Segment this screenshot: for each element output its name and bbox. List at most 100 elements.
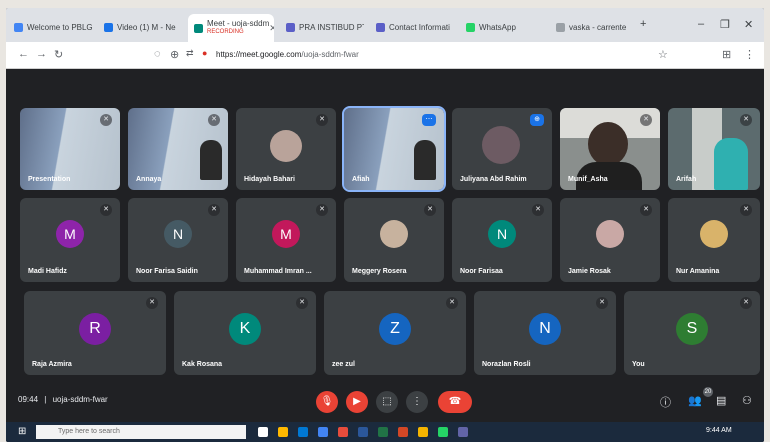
participant-tile[interactable]: ✕ Presentation	[20, 108, 120, 190]
avatar: N	[529, 313, 561, 345]
participant-tile[interactable]: ✕ M Muhammad Imran ...	[236, 198, 336, 282]
recording-icon: ●	[202, 48, 208, 58]
windows-start-icon[interactable]: ⊞	[18, 426, 26, 437]
present-screen-button[interactable]: ⬚	[376, 391, 398, 413]
reload-icon[interactable]: ↻	[54, 48, 63, 61]
whatsapp-icon[interactable]	[438, 427, 448, 437]
extensions-icon[interactable]: ⊞	[722, 48, 731, 61]
maximize-icon[interactable]: ❐	[720, 18, 730, 31]
participant-tile[interactable]: ✕ Z zee zul	[324, 291, 466, 375]
mic-toggle-button[interactable]: 🎙	[316, 391, 338, 413]
activities-icon[interactable]: ⚇	[742, 394, 752, 407]
tab-vaska[interactable]: vaska - carrente	[550, 16, 634, 38]
mic-off-icon: ✕	[424, 204, 436, 216]
participant-tile[interactable]: ✕ K Kak Rosana	[174, 291, 316, 375]
more-options-button[interactable]: ⋮	[406, 391, 428, 413]
meeting-details-icon[interactable]: ⓘ	[660, 394, 671, 410]
person-silhouette	[714, 138, 748, 190]
profile-photo	[700, 220, 728, 248]
powerpoint-icon[interactable]	[398, 427, 408, 437]
file-explorer-icon[interactable]	[278, 427, 288, 437]
participant-name: Noor Farisaa	[460, 268, 503, 275]
mic-off-icon: ✕	[316, 114, 328, 126]
participant-tile[interactable]: ✕ R Raja Azmira	[24, 291, 166, 375]
participant-tile[interactable]: ✕ Arifah	[668, 108, 760, 190]
task-view-icon[interactable]	[258, 427, 268, 437]
favicon-icon	[104, 22, 113, 32]
mic-off-icon: ✕	[740, 204, 752, 216]
chat-icon[interactable]: ▤	[716, 394, 726, 407]
edge-icon[interactable]	[298, 427, 308, 437]
avatar: N	[164, 220, 192, 248]
app-icon[interactable]	[418, 427, 428, 437]
participant-name: Kak Rosana	[182, 361, 223, 368]
menu-icon[interactable]: ⋮	[744, 48, 755, 61]
taskbar-search-input[interactable]: Type here to search	[36, 425, 246, 439]
tab-welcome[interactable]: Welcome to PBLG	[8, 16, 92, 38]
participant-name: Muhammad Imran ...	[244, 268, 312, 275]
permissions-icon[interactable]: ⇄	[186, 48, 194, 59]
teams-icon[interactable]	[458, 427, 468, 437]
url-host: https://meet.google.com	[216, 50, 302, 59]
search-placeholder: Type here to search	[58, 428, 120, 435]
end-call-button[interactable]: ☎	[438, 391, 472, 413]
separator: |	[44, 395, 47, 404]
back-icon[interactable]: ←	[18, 48, 29, 60]
mic-off-icon: ✕	[640, 204, 652, 216]
url-path: /uoja-sddm-fwar	[301, 50, 359, 59]
excel-icon[interactable]	[378, 427, 388, 437]
participant-name: Munif_Asha	[568, 176, 608, 183]
participant-tile[interactable]: ✕ N Noor Farisa Saidin	[128, 198, 228, 282]
tab-meet[interactable]: Meet - uoja-sddm RECORDING ✕	[188, 14, 274, 42]
more-options-icon[interactable]: ⋯	[422, 114, 436, 126]
mic-off-icon: ✕	[532, 204, 544, 216]
minimize-icon[interactable]: –	[698, 18, 704, 30]
meet-bottom-bar: 09:44 | uoja-sddm-fwar 🎙 ▶ ⬚ ⋮ ☎ ⓘ 👥 20 …	[6, 386, 764, 416]
participant-tile-speaking[interactable]: ⋯ Afiah	[342, 106, 446, 192]
info-icon[interactable]: ⊕	[170, 48, 179, 61]
profile-photo	[270, 130, 302, 162]
forward-icon[interactable]: →	[36, 48, 47, 60]
mic-off-icon: ✕	[596, 297, 608, 309]
participant-tile[interactable]: ⊕ Juliyana Abd Rahim	[452, 108, 552, 190]
people-icon[interactable]: 👥	[688, 394, 702, 407]
participant-tile[interactable]: ✕ Munif_Asha	[560, 108, 660, 190]
url-input[interactable]: https://meet.google.com/uoja-sddm-fwar	[216, 47, 636, 63]
mic-off-icon: ✕	[296, 297, 308, 309]
tab-video[interactable]: Video (1) M - Ne	[98, 16, 182, 38]
participant-tile[interactable]: ✕ Jamie Rosak	[560, 198, 660, 282]
favicon-icon	[14, 22, 23, 32]
participant-name: Noor Farisa Saidin	[136, 268, 198, 275]
tab-contact[interactable]: Contact Informati	[370, 16, 454, 38]
participant-name: Nur Amanina	[676, 268, 720, 275]
close-window-icon[interactable]: ✕	[744, 18, 753, 31]
tab-instibud[interactable]: PRA INSTIBUD PT	[280, 16, 364, 38]
bookmark-star-icon[interactable]: ☆	[658, 48, 668, 61]
participant-tile[interactable]: ✕ Hidayah Bahari	[236, 108, 336, 190]
favicon-icon	[376, 22, 385, 32]
word-icon[interactable]	[358, 427, 368, 437]
avatar: M	[272, 220, 300, 248]
shield-icon[interactable]: ◌	[154, 48, 161, 60]
participant-tile[interactable]: ✕ Annaya	[128, 108, 228, 190]
participant-name: zee zul	[332, 361, 355, 368]
participant-name: Arifah	[676, 176, 697, 183]
new-tab-button[interactable]: +	[640, 18, 646, 30]
participant-tile[interactable]: ✕ Meggery Rosera	[344, 198, 444, 282]
participant-tile[interactable]: ✕ N Norazlan Rosli	[474, 291, 616, 375]
camera-toggle-button[interactable]: ▶	[346, 391, 368, 413]
tab-label: WhatsApp	[479, 22, 516, 32]
participant-tile-self[interactable]: ✕ S You	[624, 291, 760, 375]
participant-tile[interactable]: ✕ N Noor Farisaa	[452, 198, 552, 282]
close-tab-icon[interactable]: ✕	[269, 23, 274, 34]
pin-icon[interactable]: ⊕	[530, 114, 544, 126]
tab-label: vaska - carrente	[569, 22, 627, 32]
avatar: Z	[379, 313, 411, 345]
participant-tile[interactable]: ✕ Nur Amanina	[668, 198, 760, 282]
app-icon[interactable]	[338, 427, 348, 437]
chrome-icon[interactable]	[318, 427, 328, 437]
tab-label: Meet - uoja-sddm	[207, 19, 270, 28]
participant-tile[interactable]: ✕ M Madi Hafidz	[20, 198, 120, 282]
profile-photo	[596, 220, 624, 248]
tab-whatsapp[interactable]: WhatsApp	[460, 16, 544, 38]
